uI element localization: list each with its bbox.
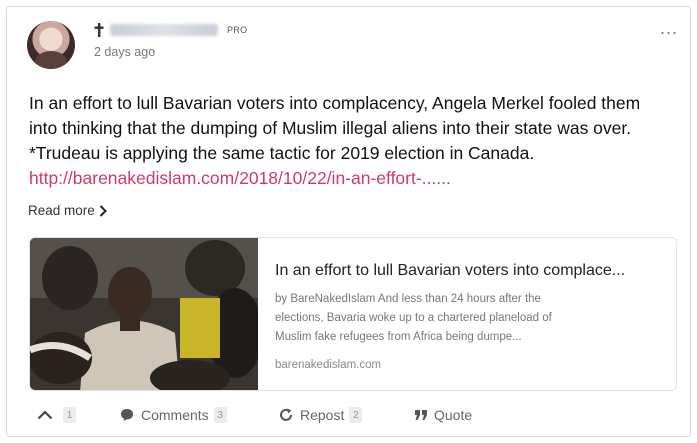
preview-title[interactable]: In an effort to lull Bavarian voters int… <box>275 262 625 280</box>
post-card: PRO 2 days ago ... In an effort to lull … <box>6 6 691 437</box>
preview-description-line: Muslim fake refugees from Africa being d… <box>275 331 522 343</box>
post-text-line: In an effort to lull Bavarian voters int… <box>29 93 641 113</box>
repost-count: 2 <box>349 407 363 423</box>
read-more-label: Read more <box>28 203 95 218</box>
link-preview-card[interactable]: In an effort to lull Bavarian voters int… <box>29 237 677 391</box>
chevron-up-icon <box>37 410 53 420</box>
comment-icon <box>121 409 133 421</box>
more-options-icon[interactable]: ... <box>660 19 678 37</box>
post-text-line: into thinking that the dumping of Muslim… <box>29 118 632 138</box>
preview-domain: barenakedislam.com <box>275 359 382 371</box>
comments-button[interactable]: Comments 3 <box>120 407 227 423</box>
upvote-button[interactable]: 1 <box>37 407 76 423</box>
upvote-count: 1 <box>63 407 76 423</box>
quote-icon <box>415 410 427 420</box>
repost-icon <box>280 408 292 421</box>
avatar[interactable] <box>27 21 75 69</box>
preview-image[interactable] <box>30 238 258 391</box>
comments-label: Comments <box>141 407 209 423</box>
cross-icon <box>94 23 104 37</box>
chevron-right-icon <box>99 204 107 217</box>
read-more-button[interactable]: Read more <box>28 203 107 218</box>
quote-label: Quote <box>434 407 473 423</box>
repost-label: Repost <box>300 407 345 423</box>
pro-badge: PRO <box>227 25 248 35</box>
preview-description-line: by BareNakedIslam And less than 24 hours… <box>275 293 541 305</box>
repost-button[interactable]: Repost 2 <box>279 407 363 423</box>
post-time[interactable]: 2 days ago <box>94 45 155 59</box>
post-text: In an effort to lull Bavarian voters int… <box>29 91 689 191</box>
post-text-line: *Trudeau is applying the same tactic for… <box>29 143 535 163</box>
preview-description: by BareNakedIslam And less than 24 hours… <box>275 290 665 347</box>
username-blurred[interactable] <box>110 24 218 36</box>
preview-description-line: elections, Bavaria woke up to a chartere… <box>275 312 552 324</box>
post-link[interactable]: http://barenakedislam.com/2018/10/22/in-… <box>29 166 689 191</box>
post-actions: 1 Comments 3 Repost 2 Quote <box>7 407 690 435</box>
quote-button[interactable]: Quote <box>414 407 472 423</box>
comments-count: 3 <box>213 407 227 423</box>
